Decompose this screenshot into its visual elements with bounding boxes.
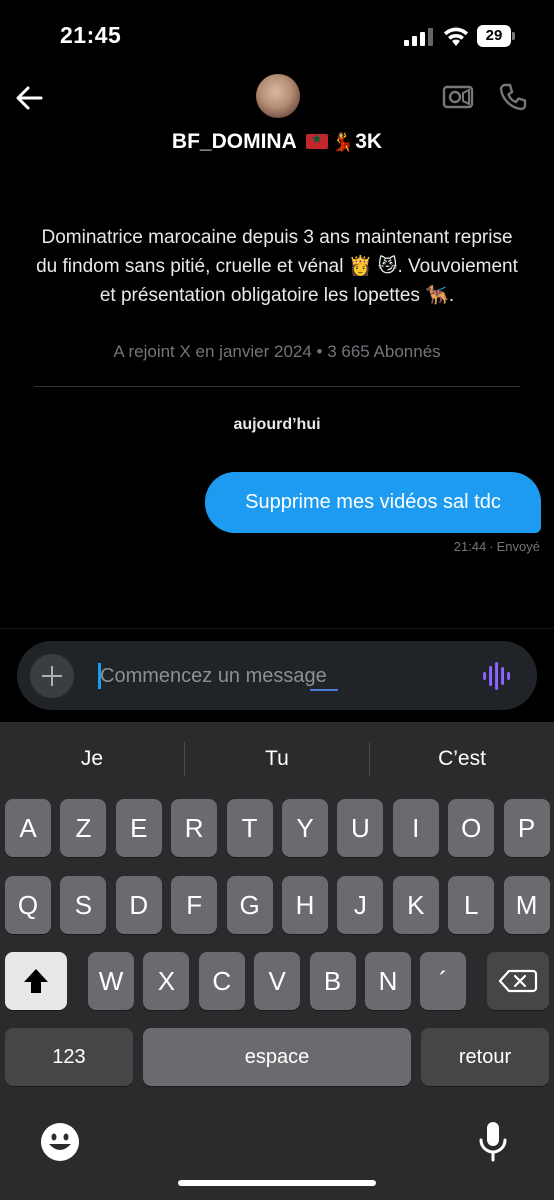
backspace-icon: [498, 969, 538, 993]
battery-icon: 29: [477, 25, 517, 47]
key-g[interactable]: G: [226, 876, 273, 934]
emoji-icon[interactable]: [40, 1122, 80, 1162]
key-d[interactable]: D: [115, 876, 162, 934]
key-s[interactable]: S: [60, 876, 107, 934]
key-k[interactable]: K: [392, 876, 439, 934]
home-indicator[interactable]: [178, 1180, 376, 1186]
numbers-key[interactable]: 123: [5, 1028, 133, 1086]
message-input[interactable]: [100, 661, 460, 691]
message-status: Envoyé: [496, 539, 540, 554]
key-n[interactable]: N: [365, 952, 411, 1010]
morocco-flag-icon: [305, 131, 328, 149]
day-separator: aujourd’hui: [233, 416, 321, 433]
profile-meta: A rejoint X en janvier 2024 • 3 665 Abon…: [113, 342, 441, 361]
key-x[interactable]: X: [143, 952, 190, 1010]
add-media-button[interactable]: [30, 654, 74, 698]
suggestion-1[interactable]: Je: [0, 736, 184, 782]
spellcheck-underline: [310, 689, 338, 691]
username: BF_DOMINA: [171, 130, 296, 153]
key-f[interactable]: F: [171, 876, 218, 934]
message-time: 21:44: [453, 539, 487, 554]
dancer-emoji-icon: 💃: [331, 132, 355, 152]
voice-message-icon[interactable]: [481, 660, 513, 692]
key-h[interactable]: H: [282, 876, 328, 934]
key-p[interactable]: P: [503, 799, 550, 857]
key-w[interactable]: W: [88, 952, 134, 1010]
return-key[interactable]: retour: [421, 1028, 549, 1086]
username-suffix: 3K: [355, 130, 383, 153]
microphone-icon[interactable]: [476, 1120, 510, 1164]
space-key[interactable]: espace: [143, 1028, 411, 1086]
video-call-icon[interactable]: [442, 84, 474, 110]
conversation-title[interactable]: BF_DOMINA 💃3K: [0, 130, 554, 154]
key-i[interactable]: I: [392, 799, 439, 857]
key-e[interactable]: E: [115, 799, 162, 857]
shift-key[interactable]: [5, 952, 67, 1010]
divider: [34, 386, 520, 387]
text-cursor: [98, 663, 101, 689]
key-b[interactable]: B: [309, 952, 356, 1010]
key-a[interactable]: A: [5, 799, 51, 857]
key-y[interactable]: Y: [282, 799, 328, 857]
cellular-signal-icon: [404, 28, 433, 46]
key-r[interactable]: R: [171, 799, 218, 857]
back-arrow-icon[interactable]: [14, 84, 44, 112]
key-c[interactable]: C: [198, 952, 245, 1010]
message-meta: 21:44 · Envoyé: [453, 539, 540, 554]
avatar[interactable]: [256, 74, 300, 118]
suggestion-2[interactable]: Tu: [185, 736, 369, 782]
key-o[interactable]: O: [448, 799, 495, 857]
key-t[interactable]: T: [226, 799, 273, 857]
suggestion-3[interactable]: C’est: [370, 736, 554, 782]
key-u[interactable]: U: [337, 799, 384, 857]
key-v[interactable]: V: [254, 952, 301, 1010]
delete-key[interactable]: [487, 952, 549, 1010]
key-l[interactable]: L: [448, 876, 495, 934]
shift-icon: [24, 969, 48, 993]
profile-bio: Dominatrice marocaine depuis 3 ans maint…: [36, 227, 518, 306]
key-accent[interactable]: ´: [420, 952, 467, 1010]
key-j[interactable]: J: [337, 876, 384, 934]
status-time: 21:45: [60, 22, 122, 48]
key-q[interactable]: Q: [5, 876, 51, 934]
phone-call-icon[interactable]: [498, 82, 528, 112]
battery-level: 29: [485, 27, 503, 44]
message-text: Supprime mes vidéos sal tdc: [245, 491, 501, 513]
wifi-icon: [444, 27, 468, 46]
key-m[interactable]: M: [503, 876, 550, 934]
key-z[interactable]: Z: [60, 799, 107, 857]
